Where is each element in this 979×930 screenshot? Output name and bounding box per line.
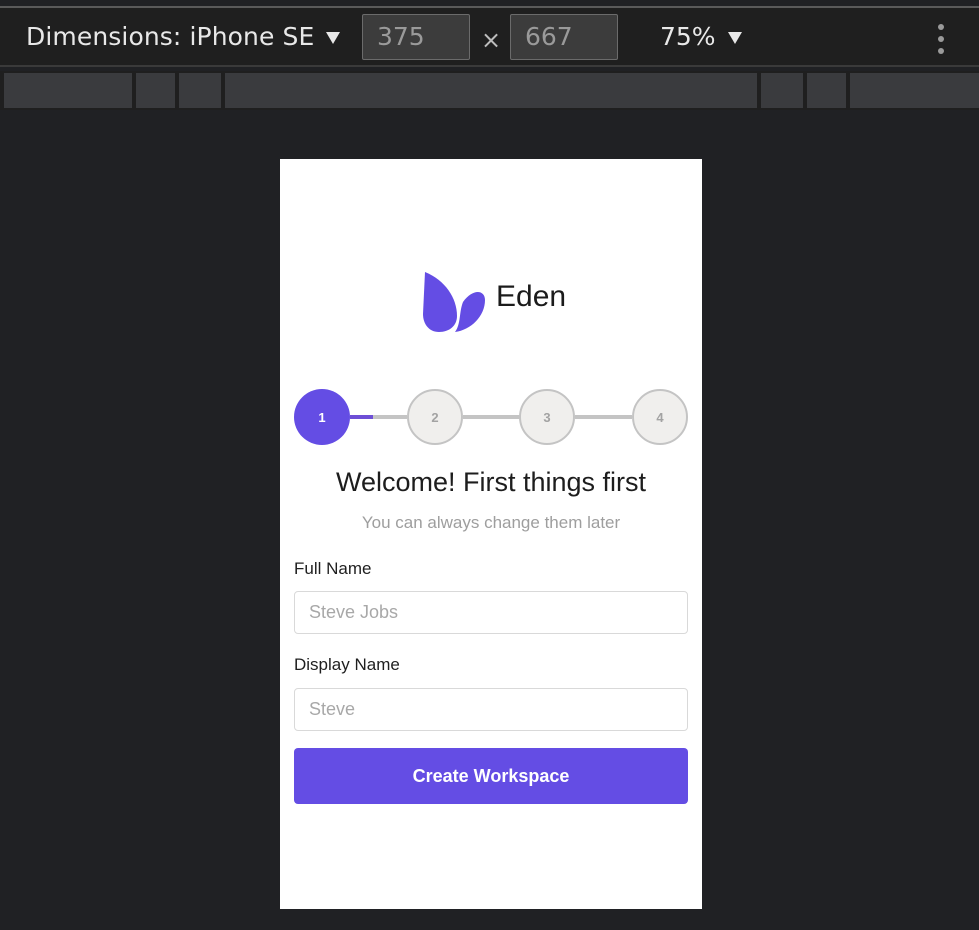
devtools-viewport: Dimensions: iPhone SE 375 × 667 75% Eden [0, 0, 979, 930]
times-icon: × [481, 26, 502, 54]
media-query-block[interactable] [225, 73, 757, 108]
step-1: 1 [294, 389, 350, 445]
zoom-label: 75% [660, 22, 716, 51]
step-2: 2 [407, 389, 463, 445]
media-query-block[interactable] [179, 73, 221, 108]
caret-down-icon [727, 31, 742, 44]
device-screen: Eden 1 2 3 4 Welcome! First things first… [280, 159, 702, 909]
caret-down-icon [326, 31, 341, 44]
media-query-block[interactable] [807, 73, 846, 108]
step-progress-fill [350, 415, 373, 419]
device-toolbar: Dimensions: iPhone SE 375 × 667 75% [0, 6, 979, 67]
create-workspace-button[interactable]: Create Workspace [294, 748, 688, 804]
progress-stepper: 1 2 3 4 [294, 389, 688, 445]
step-connector [575, 415, 632, 419]
device-width-input[interactable]: 375 [362, 14, 470, 60]
eden-logo-icon [423, 272, 485, 332]
media-query-block[interactable] [761, 73, 803, 108]
step-connector [463, 415, 520, 419]
step-3: 3 [519, 389, 575, 445]
brand-name: Eden [496, 280, 567, 313]
display-name-label: Display Name [294, 655, 400, 674]
step-4: 4 [632, 389, 688, 445]
device-height-input[interactable]: 667 [510, 14, 618, 60]
device-dimensions-dropdown[interactable]: Dimensions: iPhone SE [26, 22, 341, 51]
page-title: Welcome! First things first [335, 467, 647, 497]
full-name-label: Full Name [294, 559, 372, 578]
full-name-input[interactable] [294, 591, 688, 634]
media-query-bar [0, 71, 979, 110]
zoom-dropdown[interactable]: 75% [660, 22, 742, 51]
display-name-input[interactable] [294, 688, 688, 731]
media-query-block[interactable] [850, 73, 979, 108]
media-query-block[interactable] [136, 73, 175, 108]
more-options-icon[interactable] [936, 24, 946, 54]
media-query-block[interactable] [4, 73, 132, 108]
page-subtitle: You can always change them later [361, 513, 621, 532]
device-dimensions-label: Dimensions: iPhone SE [26, 22, 315, 51]
